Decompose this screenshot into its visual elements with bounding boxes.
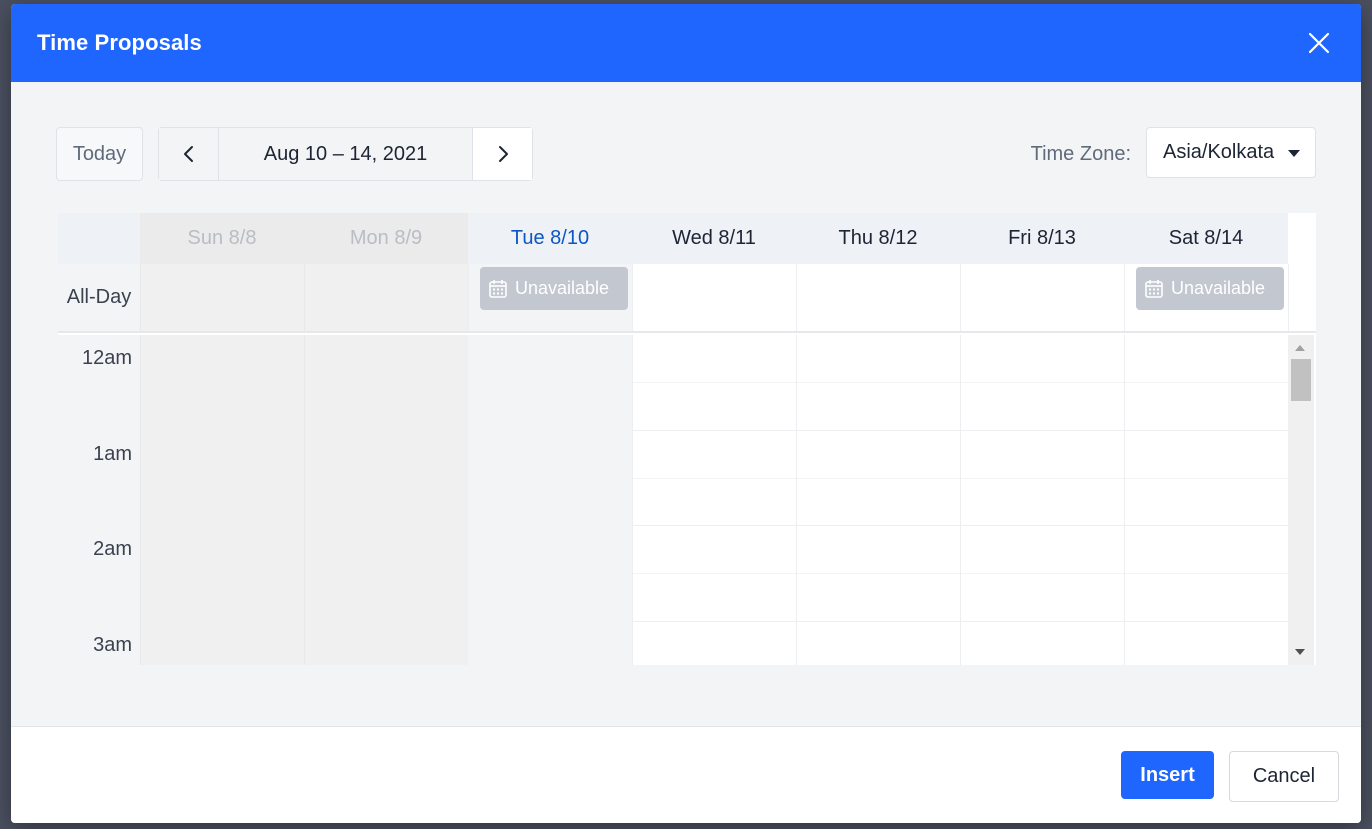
previous-week-button[interactable] — [159, 128, 219, 180]
vertical-scrollbar[interactable] — [1288, 335, 1314, 665]
header-gutter — [58, 213, 140, 264]
event-label: Unavailable — [515, 278, 610, 298]
all-day-label: All-Day — [58, 264, 140, 331]
all-day-cell-sat[interactable]: Unavailable — [1124, 264, 1288, 331]
time-label: 2am — [93, 538, 132, 560]
caret-down-icon — [1288, 150, 1300, 157]
calendar-header-row: Sun 8/8 Mon 8/9 Tue 8/10 Wed 8/11 Thu 8/… — [58, 213, 1316, 264]
day-header-thu: Thu 8/12 — [796, 213, 960, 264]
all-day-cell-fri[interactable] — [960, 264, 1124, 331]
event-label: Unavailable — [1171, 278, 1266, 298]
day-header-sat: Sat 8/14 — [1124, 213, 1288, 264]
time-proposals-dialog: Time Proposals Today Aug 10 – 14, 2021 T… — [11, 4, 1361, 823]
dialog-footer: Insert Cancel — [11, 726, 1361, 823]
time-label: 3am — [93, 634, 132, 656]
all-day-row: All-Day Unavailable Unavailable — [58, 264, 1316, 333]
time-label: 12am — [81, 347, 132, 369]
scroll-down-arrow-icon[interactable] — [1295, 649, 1305, 655]
unavailable-event[interactable]: Unavailable — [480, 267, 628, 310]
timezone-select[interactable]: Asia/Kolkata — [1146, 127, 1316, 178]
time-grid: 12am 1am 2am 3am — [58, 335, 1316, 665]
week-calendar: Sun 8/8 Mon 8/9 Tue 8/10 Wed 8/11 Thu 8/… — [58, 213, 1316, 665]
time-label: 1am — [93, 443, 132, 465]
day-column-thu[interactable] — [796, 335, 960, 665]
chevron-left-icon — [183, 146, 193, 162]
day-header-mon: Mon 8/9 — [304, 213, 468, 264]
timezone-label: Time Zone: — [1030, 142, 1131, 165]
date-navigation: Aug 10 – 14, 2021 — [158, 127, 533, 181]
day-column-mon — [304, 335, 468, 665]
all-day-cell-wed[interactable] — [632, 264, 796, 331]
time-gutter: 12am 1am 2am 3am — [58, 335, 140, 665]
date-range-label: Aug 10 – 14, 2021 — [219, 128, 472, 180]
day-header-wed: Wed 8/11 — [632, 213, 796, 264]
day-header-fri: Fri 8/13 — [960, 213, 1124, 264]
header-scroll-pad — [1288, 213, 1314, 264]
close-icon — [1308, 32, 1330, 54]
day-column-sat[interactable] — [1124, 335, 1288, 665]
timezone-value: Asia/Kolkata — [1163, 141, 1275, 163]
insert-button[interactable]: Insert — [1121, 751, 1214, 799]
scrollbar-thumb[interactable] — [1291, 359, 1311, 401]
cancel-button[interactable]: Cancel — [1229, 751, 1339, 802]
day-column-sun — [140, 335, 304, 665]
day-header-sun: Sun 8/8 — [140, 213, 304, 264]
calendar-icon — [489, 279, 507, 298]
dialog-title: Time Proposals — [37, 30, 202, 55]
calendar-icon — [1145, 279, 1163, 298]
all-day-scroll-pad — [1288, 264, 1314, 331]
all-day-cell-tue[interactable]: Unavailable — [468, 264, 632, 331]
close-button[interactable] — [1305, 29, 1333, 57]
unavailable-event[interactable]: Unavailable — [1136, 267, 1284, 310]
calendar-toolbar: Today Aug 10 – 14, 2021 Time Zone: Asia/… — [56, 127, 1316, 181]
chevron-right-icon — [498, 146, 508, 162]
scroll-up-arrow-icon[interactable] — [1295, 345, 1305, 351]
day-column-fri[interactable] — [960, 335, 1124, 665]
day-column-wed[interactable] — [632, 335, 796, 665]
all-day-cell-sun — [140, 264, 304, 331]
today-button[interactable]: Today — [56, 127, 143, 181]
all-day-cell-thu[interactable] — [796, 264, 960, 331]
all-day-cell-mon — [304, 264, 468, 331]
dialog-header: Time Proposals — [11, 4, 1361, 82]
day-column-tue — [468, 335, 632, 665]
next-week-button[interactable] — [472, 128, 532, 180]
day-header-tue: Tue 8/10 — [468, 213, 632, 264]
